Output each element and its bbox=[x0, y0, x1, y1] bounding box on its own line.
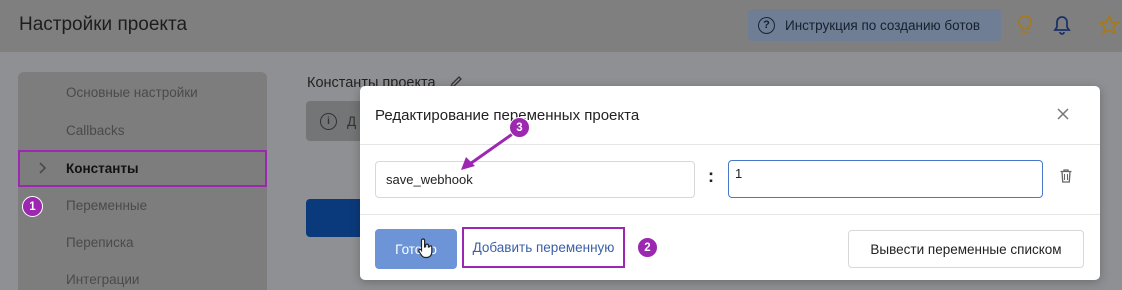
hand-cursor-icon bbox=[418, 238, 433, 259]
info-icon: i bbox=[320, 113, 337, 130]
help-button-label: Инструкция по созданию ботов bbox=[785, 17, 981, 33]
separator: : bbox=[708, 166, 714, 186]
lightbulb-icon[interactable] bbox=[1016, 14, 1034, 36]
done-button[interactable]: Готово bbox=[375, 229, 457, 269]
info-text: Д bbox=[347, 114, 357, 129]
sidebar-item-chats[interactable]: Переписка bbox=[66, 235, 134, 250]
sidebar-item-callbacks[interactable]: Callbacks bbox=[66, 123, 125, 138]
question-circle-icon: ? bbox=[758, 16, 775, 34]
divider bbox=[360, 214, 1100, 215]
sidebar-item-main-settings[interactable]: Основные настройки bbox=[66, 85, 198, 100]
variable-name-input[interactable] bbox=[375, 161, 695, 198]
add-variable-button[interactable]: Добавить переменную bbox=[462, 227, 625, 268]
sidebar-item-variables[interactable]: Переменные bbox=[66, 198, 147, 213]
top-bar: Настройки проекта ? Инструкция по создан… bbox=[0, 0, 1122, 52]
edit-variables-modal: Редактирование переменных проекта : 1 Го… bbox=[360, 86, 1100, 280]
modal-title: Редактирование переменных проекта bbox=[375, 107, 640, 124]
bell-icon[interactable] bbox=[1052, 14, 1072, 36]
close-icon[interactable] bbox=[1057, 108, 1069, 120]
list-variables-button[interactable]: Вывести переменные списком bbox=[848, 230, 1084, 268]
chevron-right-icon bbox=[39, 162, 47, 174]
help-button[interactable]: ? Инструкция по созданию ботов bbox=[748, 9, 1001, 41]
trash-icon[interactable] bbox=[1059, 168, 1073, 184]
page-title: Настройки проекта bbox=[19, 14, 188, 35]
primary-action-bar[interactable] bbox=[306, 199, 366, 237]
variable-value-input[interactable]: 1 bbox=[728, 160, 1043, 198]
info-box: i Д bbox=[306, 101, 366, 141]
star-icon[interactable] bbox=[1098, 14, 1120, 36]
sidebar-item-constants[interactable]: Константы bbox=[18, 150, 267, 187]
sidebar-item-label: Константы bbox=[66, 161, 139, 176]
sidebar: Основные настройки Callbacks Константы П… bbox=[18, 72, 267, 290]
step-badge-2: 2 bbox=[637, 237, 658, 258]
step-badge-3: 3 bbox=[509, 117, 530, 138]
step-badge-1: 1 bbox=[22, 196, 43, 217]
sidebar-item-integrations[interactable]: Интеграции bbox=[66, 272, 139, 287]
